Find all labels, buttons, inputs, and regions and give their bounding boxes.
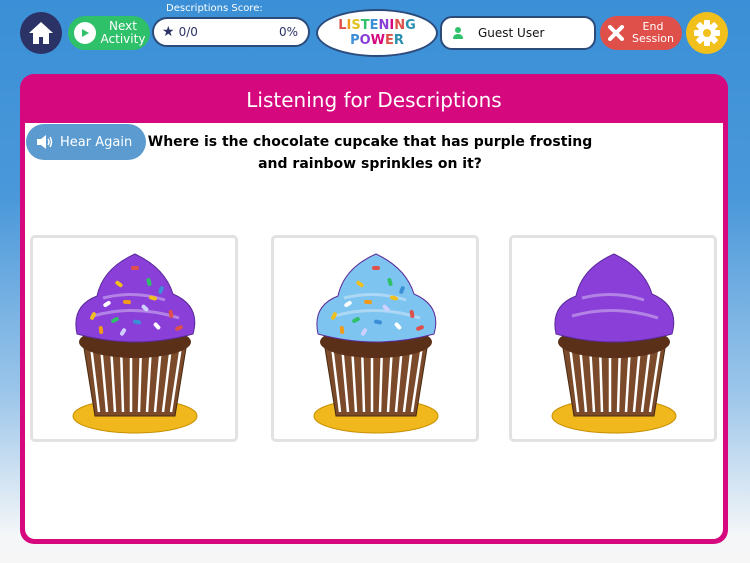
logo-letter: N [378, 18, 390, 33]
next-activity-label: Next Activity [96, 20, 150, 46]
cupcake-frosting [554, 253, 675, 343]
cupcake-choice-2[interactable] [271, 235, 479, 442]
user-display[interactable]: Guest User [440, 16, 596, 50]
cupcake-image [551, 253, 677, 434]
logo-letter: T [360, 18, 370, 33]
end-label-line2: Session [632, 32, 674, 45]
logo-letter: N [394, 18, 406, 33]
listening-power-logo: LISTENING POWER [316, 9, 438, 57]
score-display: ★ 0/0 0% [152, 17, 310, 47]
logo-letter: E [385, 33, 394, 48]
speaker-icon [37, 135, 53, 149]
star-icon: ★ [162, 24, 175, 40]
user-icon [453, 27, 463, 39]
logo-letter: P [350, 33, 360, 48]
question-line-1: Where is the chocolate cupcake that has … [147, 134, 593, 150]
end-session-label: End Session [624, 21, 682, 45]
score-label: Descriptions Score: [166, 3, 263, 14]
hear-again-label: Hear Again [60, 134, 133, 150]
logo-letter: L [338, 18, 347, 33]
user-name: Guest User [478, 26, 545, 40]
cupcake-choice-1[interactable] [30, 235, 238, 442]
logo-letter: R [393, 33, 404, 48]
cupcake-image [313, 253, 439, 434]
question-line-2: and rainbow sprinkles on it? [258, 156, 482, 172]
end-session-button[interactable]: End Session [600, 16, 682, 50]
next-label-line2: Activity [100, 32, 146, 46]
play-icon [74, 22, 96, 44]
logo-letter: O [359, 33, 371, 48]
logo-letter: W [370, 33, 386, 48]
cupcake-choice-3[interactable] [509, 235, 717, 442]
home-icon [29, 22, 53, 44]
next-activity-button[interactable]: Next Activity [68, 16, 150, 50]
logo-letter: G [405, 18, 416, 33]
hear-again-button[interactable]: Hear Again [26, 124, 146, 160]
question-text: Where is the chocolate cupcake that has … [140, 131, 600, 175]
home-button[interactable] [20, 12, 62, 54]
cupcake-image [72, 253, 198, 434]
settings-button[interactable] [686, 12, 728, 54]
logo-letter: S [351, 18, 361, 33]
gear-icon [694, 20, 720, 46]
sprinkle [372, 266, 380, 270]
score-value: 0/0 [178, 25, 198, 39]
panel-title: Listening for Descriptions [246, 88, 502, 112]
logo-line-2: POWER [318, 33, 436, 48]
close-icon [608, 25, 624, 41]
sprinkle [131, 266, 139, 270]
score-percent: 0% [278, 25, 298, 39]
logo-line-1: LISTENING [318, 18, 436, 33]
